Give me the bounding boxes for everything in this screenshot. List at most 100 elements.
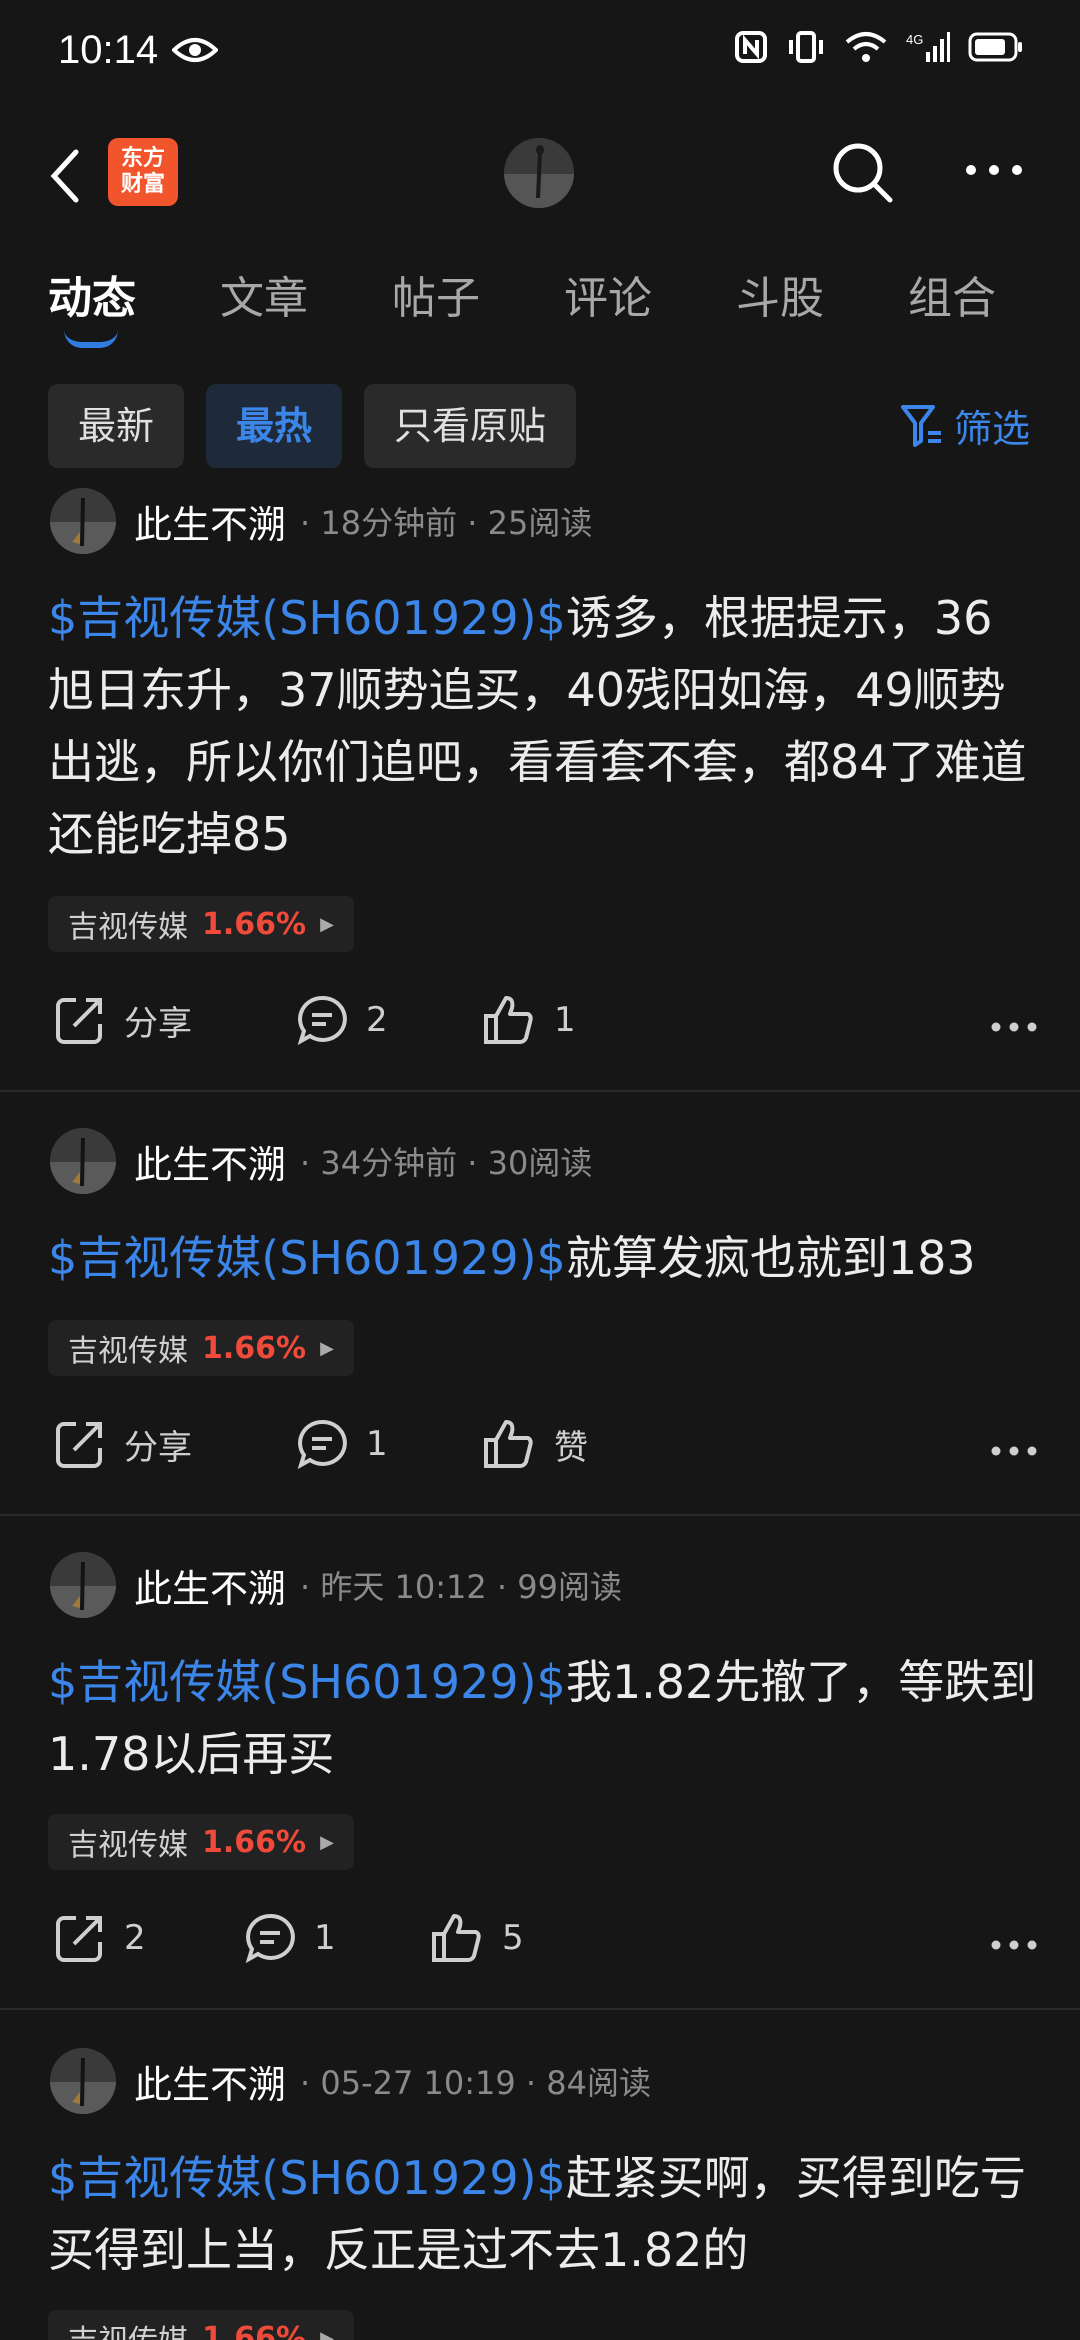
wifi-icon [845, 32, 887, 62]
status-time: 10:14 [58, 28, 159, 72]
stock-chip[interactable]: 吉视传媒 1.66% ▶ [48, 1320, 354, 1376]
filter-hot[interactable]: 最热 [206, 384, 343, 468]
post-item[interactable]: 此生不溯 · 18分钟前 · 25阅读 $吉视传媒(SH601929)$诱多，根… [0, 486, 1080, 1092]
filter-original-only[interactable]: 只看原贴 [364, 384, 577, 468]
share-button[interactable]: 分享 [54, 994, 192, 1046]
comment-button[interactable]: 1 [296, 1418, 388, 1470]
comment-icon [297, 995, 347, 1046]
stock-name: 吉视传媒 [68, 2316, 188, 2340]
comment-icon [245, 1913, 295, 1964]
brand-logo[interactable]: 东方 财富 [108, 138, 178, 206]
thumbs-up-icon [484, 996, 533, 1044]
filter-label: 筛选 [953, 407, 1030, 451]
play-arrow-icon: ▶ [320, 1831, 334, 1853]
thumbs-up-icon [432, 1914, 481, 1962]
tab-stock-battle[interactable]: 斗股 [736, 262, 824, 326]
thumbs-up-icon [484, 1420, 533, 1468]
post-more-icon[interactable] [990, 1442, 1038, 1461]
post-more-icon[interactable] [990, 1936, 1038, 1955]
status-bar: 10:14 4G [0, 0, 1080, 110]
avatar[interactable] [50, 1552, 116, 1618]
like-count: 1 [554, 1000, 576, 1040]
brand-line1: 东方 [120, 146, 165, 171]
post-item[interactable]: 此生不溯 · 05-27 10:19 · 84阅读 $吉视传媒(SH601929… [0, 2046, 1080, 2340]
post-text: 就算发疯也就到183 [565, 1231, 976, 1285]
like-button[interactable]: 赞 [482, 1418, 588, 1470]
stock-chip[interactable]: 吉视传媒 1.66% ▶ [48, 896, 354, 952]
share-count: 2 [124, 1918, 146, 1958]
stock-tag-link[interactable]: $吉视传媒(SH601929)$ [48, 1655, 566, 1709]
share-button[interactable]: 分享 [54, 1418, 192, 1470]
eye-icon [171, 36, 219, 68]
post-content[interactable]: $吉视传媒(SH601929)$我1.82先撤了，等跌到1.78以后再买 [48, 1646, 1038, 1790]
tab-portfolio[interactable]: 组合 [908, 262, 996, 326]
post-header: 此生不溯 · 34分钟前 · 30阅读 [50, 1126, 592, 1196]
profile-avatar[interactable] [504, 138, 574, 208]
comment-count: 1 [366, 1424, 388, 1464]
stock-tag-link[interactable]: $吉视传媒(SH601929)$ [48, 2151, 566, 2205]
post-item[interactable]: 此生不溯 · 昨天 10:12 · 99阅读 $吉视传媒(SH601929)$我… [0, 1550, 1080, 2010]
author-name[interactable]: 此生不溯 [134, 1558, 286, 1613]
stock-chip[interactable]: 吉视传媒 1.66% ▶ [48, 1814, 354, 1870]
stock-name: 吉视传媒 [68, 1828, 188, 1863]
comment-count: 1 [314, 1918, 336, 1958]
stock-change: 1.66% [202, 906, 307, 942]
stock-change: 1.66% [202, 2320, 307, 2340]
more-options-icon[interactable] [964, 162, 1024, 181]
author-name[interactable]: 此生不溯 [134, 1134, 286, 1189]
post-header: 此生不溯 · 18分钟前 · 25阅读 [50, 486, 592, 556]
stock-tag-link[interactable]: $吉视传媒(SH601929)$ [48, 1231, 566, 1285]
tab-articles[interactable]: 文章 [220, 262, 308, 326]
avatar[interactable] [50, 488, 116, 554]
nfc-icon [735, 31, 767, 63]
post-content[interactable]: $吉视传媒(SH601929)$赶紧买啊，买得到吃亏买得到上当，反正是过不去1.… [48, 2142, 1038, 2286]
tab-comments[interactable]: 评论 [564, 262, 652, 326]
post-actions: 分享 2 1 [48, 994, 1038, 1054]
post-content[interactable]: $吉视传媒(SH601929)$就算发疯也就到183 [48, 1222, 1058, 1294]
battery-icon [968, 32, 1022, 62]
comment-button[interactable]: 2 [296, 994, 388, 1046]
comment-count: 2 [366, 1000, 388, 1040]
stock-chip[interactable]: 吉视传媒 1.66% ▶ [48, 2310, 354, 2340]
top-bar: 东方 财富 [0, 120, 1080, 230]
author-name[interactable]: 此生不溯 [134, 2054, 286, 2109]
share-label: 分享 [124, 1003, 192, 1044]
svg-text:4G: 4G [906, 32, 923, 47]
active-tab-indicator [64, 330, 118, 348]
comment-icon [297, 1419, 347, 1470]
comment-button[interactable]: 1 [244, 1912, 336, 1964]
tab-dynamic[interactable]: 动态 [48, 262, 136, 326]
avatar[interactable] [50, 2048, 116, 2114]
post-actions: 2 1 5 [48, 1912, 1038, 1972]
post-content[interactable]: $吉视传媒(SH601929)$诱多，根据提示，36旭日东升，37顺势追买，40… [48, 582, 1038, 870]
like-label: 赞 [554, 1427, 588, 1468]
like-button[interactable]: 1 [482, 994, 576, 1046]
back-icon[interactable] [46, 146, 82, 210]
post-header: 此生不溯 · 05-27 10:19 · 84阅读 [50, 2046, 651, 2116]
signal-icon: 4G [906, 32, 950, 62]
brand-line2: 财富 [120, 172, 165, 197]
tab-posts[interactable]: 帖子 [392, 262, 480, 326]
share-button[interactable]: 2 [54, 1912, 146, 1964]
post-more-icon[interactable] [990, 1018, 1038, 1037]
stock-name: 吉视传媒 [68, 1334, 188, 1369]
post-header: 此生不溯 · 昨天 10:12 · 99阅读 [50, 1550, 622, 1620]
share-icon [56, 1422, 102, 1468]
search-icon[interactable] [830, 140, 896, 210]
post-item[interactable]: 此生不溯 · 34分钟前 · 30阅读 $吉视传媒(SH601929)$就算发疯… [0, 1126, 1080, 1516]
share-icon [56, 998, 102, 1044]
stock-name: 吉视传媒 [68, 910, 188, 945]
filter-latest[interactable]: 最新 [48, 384, 185, 468]
stock-tag-link[interactable]: $吉视传媒(SH601929)$ [48, 591, 566, 645]
status-icons: 4G [734, 30, 1024, 64]
post-actions: 分享 1 赞 [48, 1418, 1038, 1478]
avatar[interactable] [50, 1128, 116, 1194]
filter-button[interactable]: 筛选 [900, 398, 1030, 453]
post-meta: · 昨天 10:12 · 99阅读 [300, 1568, 622, 1606]
post-meta: · 05-27 10:19 · 84阅读 [300, 2064, 651, 2102]
play-arrow-icon: ▶ [320, 1337, 334, 1359]
share-icon [56, 1916, 102, 1962]
stock-change: 1.66% [202, 1330, 307, 1366]
like-button[interactable]: 5 [430, 1912, 524, 1964]
author-name[interactable]: 此生不溯 [134, 494, 286, 549]
